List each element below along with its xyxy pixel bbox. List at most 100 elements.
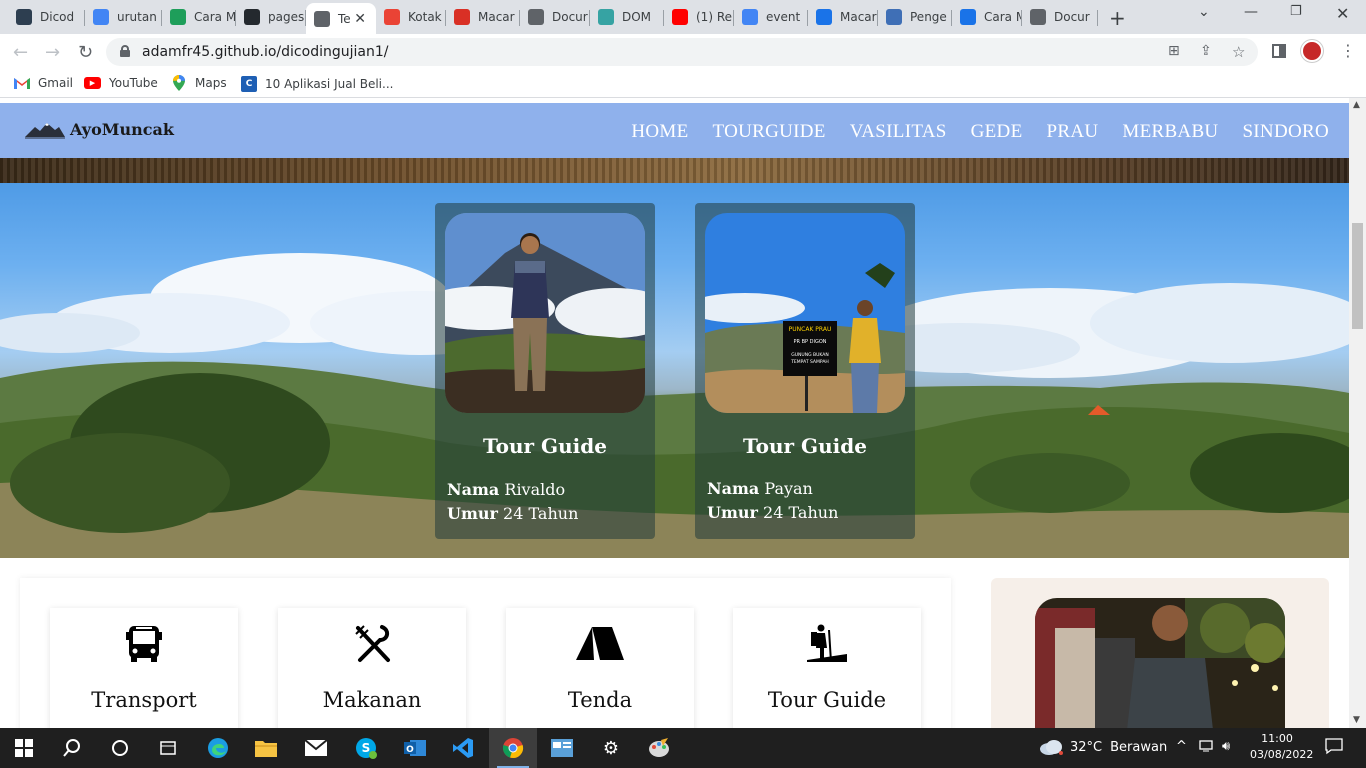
guide-card: Tour Guide Nama Rivaldo Umur 24 Tahun [435,203,655,539]
youtube-favicon-icon [672,9,688,25]
tab-title: Docur [1054,10,1090,24]
reload-button[interactable]: ↻ [78,42,93,63]
globe-favicon-icon [314,10,330,27]
translate-icon[interactable]: ⊞ [1168,43,1180,59]
svg-text:O: O [406,745,414,755]
bookmark-site-icon: C [241,76,257,92]
task-view-icon[interactable] [156,736,180,760]
web-page: AyoMuncak HOME TOURGUIDE VASILITAS GEDE … [0,98,1349,728]
maximize-button[interactable]: ❐ [1290,4,1302,19]
svg-text:PR BP DIGON: PR BP DIGON [794,339,827,345]
address-bar[interactable]: adamfr45.github.io/dicodingujian1/ ⊞ ⇪ ☆ [106,38,1258,66]
app-window-icon[interactable] [550,736,574,760]
guide-title: Tour Guide [743,434,867,458]
profile-side-card [991,578,1329,728]
service-card-tour-guide[interactable]: Tour Guide [733,608,921,728]
browser-tab[interactable]: DOM [590,3,664,31]
forward-button[interactable]: → [45,42,60,63]
bookmark-gmail[interactable]: Gmail [14,76,73,90]
gmail-favicon-icon [384,9,400,25]
notification-icon[interactable] [1325,737,1343,759]
bookmark-maps[interactable]: Maps [171,75,227,91]
skype-icon[interactable]: S [354,736,378,760]
paint-icon[interactable] [647,736,671,760]
windows-start-icon[interactable] [12,736,36,760]
tab-title: Te [338,11,351,26]
system-clock[interactable]: 11:00 03/08/2022 [1250,731,1313,763]
tab-title: Penge [910,10,947,24]
weather-temp: 32°C [1070,739,1103,755]
tab-title: Kotak [408,10,442,24]
profile-avatar[interactable] [1301,40,1323,62]
menu-tourguide[interactable]: TOURGUIDE [713,121,826,143]
browser-tab[interactable]: Cara M [162,3,236,31]
service-card-makanan[interactable]: Makanan [278,608,466,728]
tab-title: Cara M [194,10,236,24]
bookmark-site[interactable]: C 10 Aplikasi Jual Beli... [241,76,393,92]
tab-title: (1) Re [696,10,732,24]
cara-favicon-icon [960,9,976,25]
menu-sindoro[interactable]: SINDORO [1242,121,1329,143]
dom-favicon-icon [598,9,614,25]
bookmark-star-icon[interactable]: ☆ [1232,43,1245,61]
outlook-icon[interactable]: O [403,736,427,760]
menu-home[interactable]: HOME [631,121,688,143]
cortana-icon[interactable] [108,736,132,760]
close-window-button[interactable]: ✕ [1336,4,1349,23]
minimize-button[interactable]: — [1244,4,1258,20]
tray-chevron-icon[interactable]: ^ [1176,739,1187,754]
guide-name: Nama Payan [707,479,813,498]
page-scrollbar[interactable]: ▲ ▼ [1349,98,1366,728]
weather-widget[interactable]: 32°C Berawan [1039,739,1167,755]
browser-tab[interactable]: event [734,3,808,31]
edge-icon[interactable] [206,736,230,760]
menu-vasilitas[interactable]: VASILITAS [850,121,947,143]
tab-close-icon[interactable]: ✕ [354,11,366,27]
settings-gear-icon[interactable]: ⚙ [599,736,623,760]
scroll-up-arrow[interactable]: ▲ [1353,100,1360,110]
share-icon[interactable]: ⇪ [1200,43,1212,59]
browser-tab[interactable]: Macar [808,3,878,31]
chrome-icon[interactable] [501,736,525,760]
tab-strip: + ⌄ — ❐ ✕ Dicod urutan Cara Mpages Te ✕ Kotak… [0,0,1366,34]
menu-gede[interactable]: GEDE [971,121,1023,143]
service-card-tenda[interactable]: Tenda [506,608,694,728]
browser-tab[interactable]: Macar [446,3,520,31]
fork-knife-icon [355,625,390,662]
browser-tab[interactable]: Te ✕ [306,3,376,34]
scroll-down-arrow[interactable]: ▼ [1353,715,1360,725]
mountain-logo-icon [25,122,65,138]
new-tab-button[interactable]: + [1109,6,1126,30]
globe-favicon-icon [1030,9,1046,25]
browser-tab[interactable]: Cara M [952,3,1022,31]
bookmark-youtube[interactable]: ▶ YouTube [84,76,158,90]
mail-icon[interactable] [304,736,328,760]
browser-tab[interactable]: Dicod [8,3,85,31]
menu-kebab-icon[interactable]: ⋮ [1340,41,1356,60]
svg-text:S: S [362,741,371,755]
browser-tab[interactable]: Docur [520,3,590,31]
browser-tab[interactable]: urutan [85,3,162,31]
browser-tab[interactable]: (1) Re [664,3,734,31]
service-card-transport[interactable]: Transport [50,608,238,728]
back-button[interactable]: ← [13,42,28,63]
scrollbar-thumb[interactable] [1352,223,1363,329]
vscode-icon[interactable] [451,736,475,760]
tab-search-icon[interactable]: ⌄ [1198,4,1210,20]
browser-tab[interactable]: Penge [878,3,952,31]
side-panel-icon[interactable] [1272,44,1286,58]
tab-title: pages [268,10,305,24]
service-label: Makanan [322,688,422,712]
browser-tab[interactable]: Docur [1022,3,1098,31]
search-icon[interactable] [60,736,84,760]
network-icon[interactable] [1199,739,1215,757]
menu-prau[interactable]: PRAU [1046,121,1098,143]
browser-tab[interactable]: Kotak [376,3,446,31]
menu-merbabu[interactable]: MERBABU [1122,121,1218,143]
volume-icon[interactable]: 🔊︎ [1222,739,1230,754]
browser-tab[interactable]: pages [236,3,306,31]
file-explorer-icon[interactable] [254,736,278,760]
tab-title: event [766,10,801,24]
guide-age: Umur 24 Tahun [707,503,839,522]
site-logo[interactable]: AyoMuncak [25,120,174,139]
